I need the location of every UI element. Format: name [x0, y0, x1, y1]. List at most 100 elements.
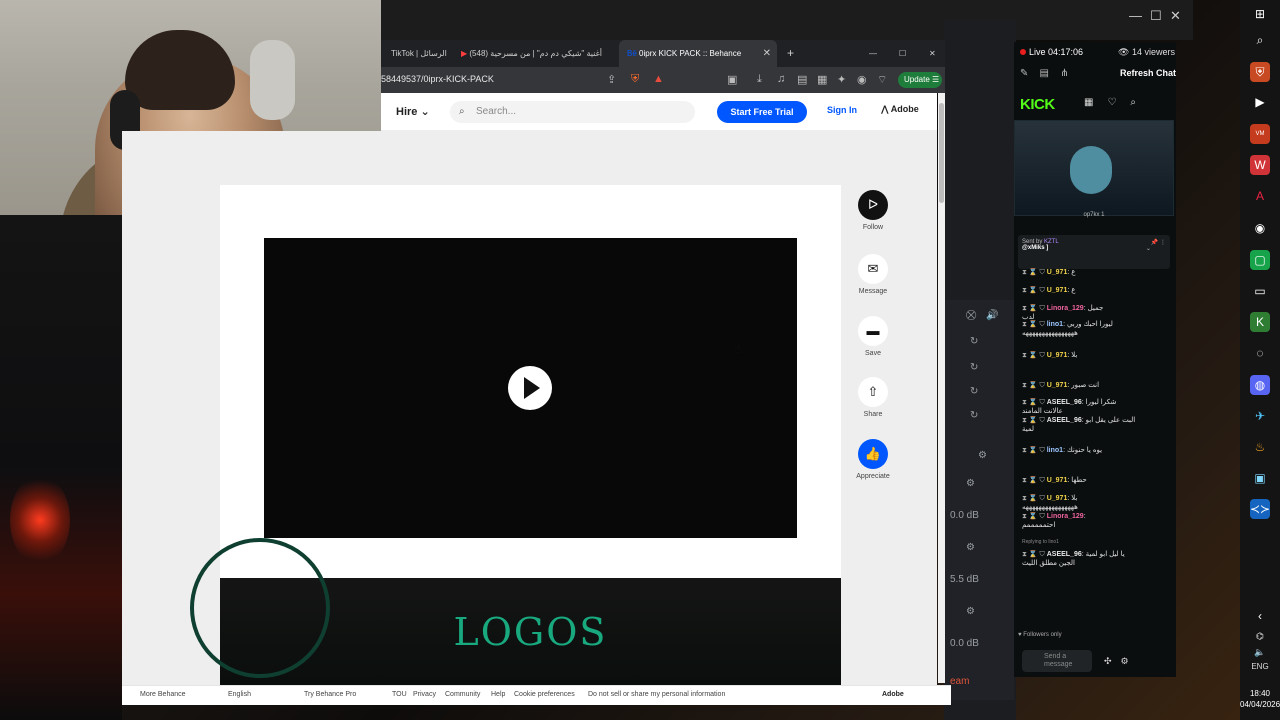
language-selector[interactable]: English	[228, 691, 251, 698]
refresh-icon[interactable]: ↻	[970, 386, 978, 397]
stream-preview[interactable]	[1014, 120, 1174, 216]
mod-badge-icon[interactable]: ⧗ ⌛ ⛉	[1022, 287, 1047, 294]
follow-button[interactable]: ᐅ Follow	[853, 190, 893, 231]
pencil-icon[interactable]: ✎	[1020, 68, 1028, 79]
chat-username[interactable]: lino1	[1047, 321, 1063, 328]
search-icon[interactable]: ⌕	[1250, 30, 1270, 50]
clipboard-icon[interactable]: ▤	[1040, 68, 1049, 79]
drive-icon[interactable]: ▭	[1250, 281, 1270, 301]
chevron-left-icon[interactable]: ‹	[1250, 606, 1270, 626]
mute-icon[interactable]: ⛒	[966, 310, 976, 321]
acrobat-icon[interactable]: A	[1250, 186, 1270, 206]
heart-icon[interactable]: ♡	[1107, 97, 1130, 108]
try-pro-link[interactable]: Try Behance Pro	[304, 691, 356, 698]
mod-badge-icon[interactable]: ⧗ ⌛ ⛉	[1022, 447, 1047, 454]
kick-taskbar-icon[interactable]: K	[1250, 312, 1270, 332]
cookie-preferences-link[interactable]: Cookie preferences	[514, 691, 575, 698]
download-icon[interactable]: ⤓	[757, 73, 762, 86]
voicemeeter-icon[interactable]: VM	[1250, 124, 1270, 144]
sidebar-icon[interactable]: ▤	[797, 73, 807, 86]
tou-link[interactable]: TOU	[392, 691, 407, 698]
more-behance-link[interactable]: More Behance	[140, 691, 186, 698]
maximize-icon[interactable]: ☐	[899, 40, 911, 67]
mod-badge-icon[interactable]: ⧗ ⌛ ⛉	[1022, 382, 1047, 389]
search-icon[interactable]: ⌕	[1130, 97, 1150, 108]
brave-shield-icon[interactable]: ⛨	[631, 73, 639, 86]
minimize-icon[interactable]: —	[1129, 8, 1142, 23]
media-player-icon[interactable]: ▶	[1250, 92, 1270, 112]
mod-badge-icon[interactable]: ⧗ ⌛ ⛉	[1022, 269, 1047, 276]
chat-username[interactable]: U_971	[1047, 269, 1068, 276]
calendar-icon[interactable]: ▦	[1084, 97, 1107, 108]
taskbar-clock[interactable]: 18:40 04/04/2026	[1240, 688, 1280, 710]
video-player[interactable]	[264, 238, 797, 538]
update-button[interactable]: Update ☰	[898, 72, 942, 88]
settings-icon[interactable]: ⚙	[1121, 656, 1138, 666]
chat-username[interactable]: ASEEL_96	[1047, 551, 1082, 558]
adobe-footer-logo[interactable]: Adobe	[882, 691, 904, 698]
chat-username[interactable]: Linora_129	[1047, 305, 1084, 312]
language-indicator[interactable]: ENG	[1240, 662, 1280, 671]
chat-username[interactable]: ASEEL_96	[1047, 417, 1082, 424]
gear-icon[interactable]: ⚙	[966, 606, 975, 617]
refresh-icon[interactable]: ↻	[970, 362, 978, 373]
start-free-trial-button[interactable]: Start Free Trial	[717, 101, 807, 123]
gear-icon[interactable]: ⚙	[966, 542, 975, 553]
emote-icon[interactable]: ✣	[1104, 656, 1121, 666]
mod-badge-icon[interactable]: ⧗ ⌛ ⛉	[1022, 513, 1047, 520]
refresh-icon[interactable]: ↻	[970, 336, 978, 347]
community-link[interactable]: Community	[445, 691, 480, 698]
app-green-icon[interactable]: ▢	[1250, 250, 1270, 270]
refresh-icon[interactable]: ↻	[970, 410, 978, 421]
gear-icon[interactable]: ⚙	[978, 450, 987, 461]
windows-start-icon[interactable]: ⊞	[1250, 4, 1270, 24]
volume-icon[interactable]: 🔈	[1250, 642, 1270, 662]
play-button[interactable]	[508, 366, 552, 410]
close-icon[interactable]: ✕	[929, 40, 941, 67]
search-input[interactable]: ⌕ Search...	[450, 101, 695, 123]
brave-icon[interactable]: ⛨	[1250, 62, 1270, 82]
speaker-icon[interactable]: 🔊	[986, 310, 998, 321]
mod-badge-icon[interactable]: ⧗ ⌛ ⛉	[1022, 477, 1047, 484]
mod-badge-icon[interactable]: ⧗ ⌛ ⛉	[1022, 417, 1047, 424]
mod-badge-icon[interactable]: ⧗ ⌛ ⛉	[1022, 305, 1047, 312]
pin-icon[interactable]: 📌 ⋮	[1151, 239, 1166, 246]
fire-icon[interactable]: ♨	[1250, 437, 1270, 457]
chat-username[interactable]: U_971	[1047, 477, 1068, 484]
adobe-logo[interactable]: ⋀ Adobe	[881, 104, 919, 115]
mod-badge-icon[interactable]: ⧗ ⌛ ⛉	[1022, 551, 1047, 558]
close-icon[interactable]: ✕	[1170, 8, 1181, 24]
minimize-icon[interactable]: —	[869, 40, 881, 67]
obs-icon[interactable]: ◉	[1250, 218, 1270, 238]
vpn-icon[interactable]: ◉	[857, 73, 867, 86]
music-icon[interactable]: ♫	[777, 73, 785, 85]
gear-icon[interactable]: ⚙	[966, 478, 975, 489]
close-tab-icon[interactable]: ✕	[763, 40, 771, 67]
wifi-icon[interactable]: ⌔	[877, 73, 887, 87]
extensions-icon[interactable]: ✦	[837, 73, 846, 86]
chat-username[interactable]: U_971	[1047, 287, 1068, 294]
tab-tiktok[interactable]: TikTok | الرسائل	[391, 40, 461, 67]
scrollbar-thumb[interactable]	[939, 103, 944, 203]
hire-menu[interactable]: Hire ⌄	[396, 105, 430, 118]
wps-icon[interactable]: W	[1250, 155, 1270, 175]
steam-icon[interactable]: ✈	[1250, 406, 1270, 426]
globe-icon[interactable]: ◌	[1250, 343, 1270, 363]
share-icon[interactable]: ⇪	[607, 73, 616, 86]
refresh-chat-button[interactable]: Refresh Chat	[1120, 68, 1176, 78]
page-scrollbar[interactable]	[938, 93, 945, 683]
wallet-icon[interactable]: ▦	[817, 73, 827, 86]
chat-username[interactable]: U_971	[1047, 495, 1068, 502]
discord-icon[interactable]: ◍	[1250, 375, 1270, 395]
maximize-icon[interactable]: ☐	[1150, 8, 1162, 24]
mod-badge-icon[interactable]: ⧗ ⌛ ⛉	[1022, 399, 1047, 406]
mod-badge-icon[interactable]: ⧗ ⌛ ⛉	[1022, 352, 1047, 359]
tab-behance[interactable]: Bē 0iprx KICK PACK :: Behance ✕	[619, 40, 777, 67]
chevron-down-icon[interactable]: ⌄	[1146, 245, 1151, 252]
chat-username[interactable]: Linora_129	[1047, 513, 1084, 520]
message-button[interactable]: ✉ Message	[853, 254, 893, 295]
reader-icon[interactable]: ▣	[727, 73, 737, 86]
new-tab-button[interactable]: +	[787, 40, 803, 67]
chat-username[interactable]: lino1	[1047, 447, 1063, 454]
chat-username[interactable]: ASEEL_96	[1047, 399, 1082, 406]
